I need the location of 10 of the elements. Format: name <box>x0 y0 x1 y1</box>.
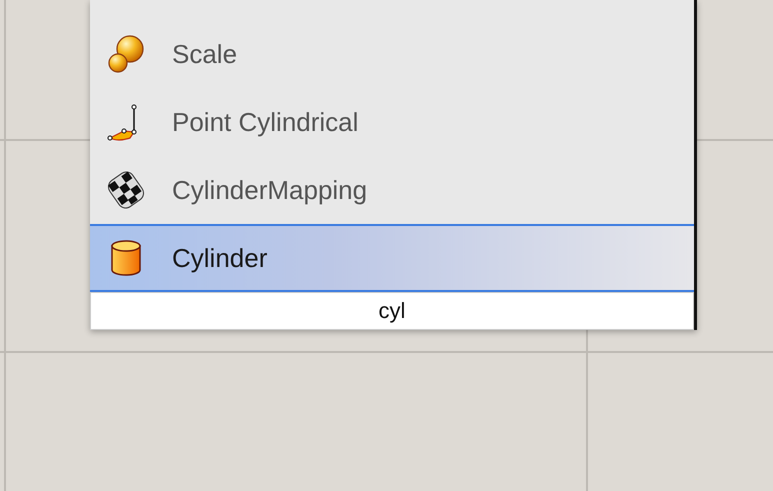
command-label: Point Cylindrical <box>172 106 358 138</box>
command-label: CylinderMapping <box>172 174 368 206</box>
command-label: Scale <box>172 38 238 70</box>
command-item[interactable]: Cylinder <box>90 224 694 292</box>
command-item[interactable]: CylinderMapping <box>90 156 694 224</box>
search-field[interactable]: cyl <box>90 292 694 330</box>
spheres-icon <box>106 34 146 74</box>
command-label: Cylinder <box>172 242 268 274</box>
command-item[interactable]: Scale <box>90 20 694 88</box>
command-item[interactable]: Point Cylindrical <box>90 88 694 156</box>
